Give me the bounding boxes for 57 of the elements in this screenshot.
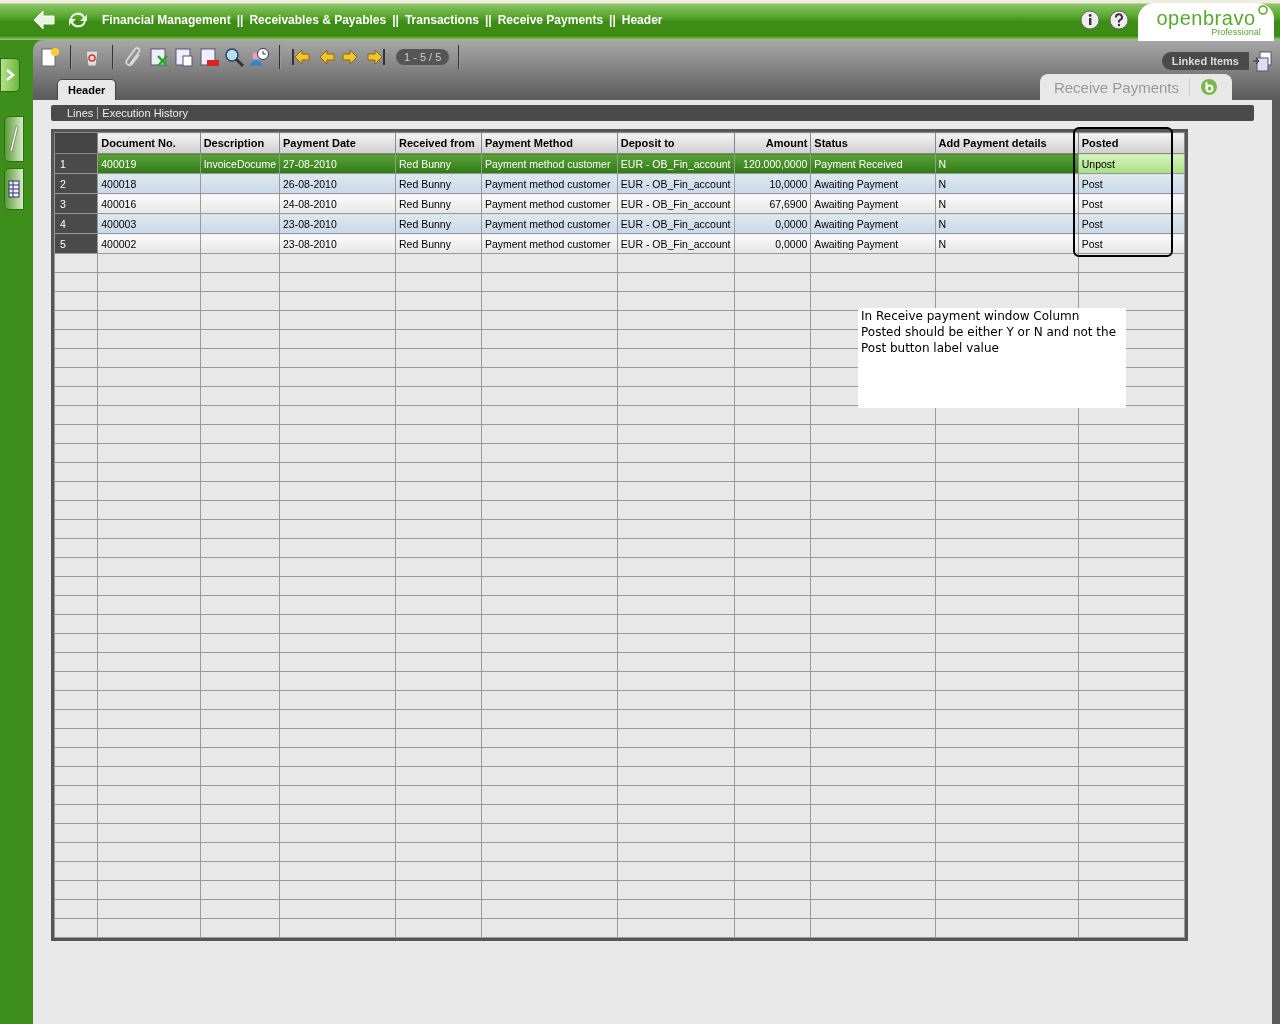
- chevron-right-icon: [5, 69, 15, 81]
- table-row[interactable]: 3 400016 24-08-2010 Red Bunny Payment method customer EUR - OB_Fin_account 67,6900 Awaiting Payment N Post: [54, 193, 1185, 214]
- info-icon[interactable]: [1080, 10, 1100, 30]
- header-tab[interactable]: Header: [57, 79, 117, 100]
- annotation-note: In Receive payment window Column Posted should be either Y or N and not the Post button label value: [858, 308, 1126, 408]
- table-row[interactable]: 4 400003 23-08-2010 Red Bunny Payment method customer EUR - OB_Fin_account 0,0000 Awaiting Payment N Post: [54, 213, 1185, 234]
- back-icon[interactable]: [32, 9, 56, 31]
- breadcrumb-link[interactable]: Header: [621, 13, 663, 27]
- edit-view-tab[interactable]: [4, 116, 24, 162]
- help-icon[interactable]: [1109, 10, 1129, 30]
- column-header[interactable]: Document No.: [97, 132, 201, 154]
- last-record-icon[interactable]: [365, 46, 387, 68]
- grid-icon: [8, 180, 20, 198]
- column-header[interactable]: Payment Method: [481, 132, 618, 154]
- breadcrumb-link[interactable]: Receivables & Payables: [249, 13, 387, 27]
- breadcrumb-link[interactable]: Transactions: [404, 13, 479, 27]
- new-document-icon[interactable]: [39, 46, 61, 68]
- table-row[interactable]: 2 400018 26-08-2010 Red Bunny Payment method customer EUR - OB_Fin_account 10,0000 Awaiting Payment N Post: [54, 173, 1185, 194]
- grid-view-tab[interactable]: [4, 168, 24, 210]
- record-counter: 1 - 5 / 5: [396, 49, 450, 65]
- audit-icon[interactable]: [248, 46, 270, 68]
- breadcrumb-link[interactable]: Receive Payments: [497, 13, 604, 27]
- breadcrumb-separator: ||: [392, 13, 399, 27]
- column-header[interactable]: Payment Date: [279, 132, 396, 154]
- row-number: 1: [58, 157, 68, 170]
- table-row[interactable]: 5 400002 23-08-2010 Red Bunny Payment method customer EUR - OB_Fin_account 0,0000 Awaiting Payment N Post: [54, 233, 1185, 254]
- export-excel-icon[interactable]: [148, 46, 170, 68]
- column-header[interactable]: Description: [200, 132, 280, 154]
- row-number: 4: [58, 217, 68, 230]
- window-title: Receive Payments: [1053, 78, 1179, 96]
- linked-items-icon[interactable]: [1252, 50, 1274, 72]
- row-number: 2: [58, 177, 68, 190]
- expand-tab[interactable]: [0, 58, 20, 92]
- search-icon[interactable]: [223, 46, 245, 68]
- column-header[interactable]: Amount: [734, 132, 811, 154]
- pencil-icon: [9, 124, 19, 154]
- export-csv-icon[interactable]: [173, 46, 195, 68]
- breadcrumb-separator: ||: [236, 13, 244, 27]
- row-number: 3: [58, 197, 68, 210]
- column-header[interactable]: Received from: [395, 132, 482, 154]
- row-number-header: [54, 132, 98, 154]
- export-pdf-icon[interactable]: [198, 46, 220, 68]
- first-record-icon[interactable]: [290, 46, 312, 68]
- breadcrumb-link[interactable]: Financial Management: [102, 13, 231, 27]
- subtab[interactable]: Lines: [63, 107, 98, 119]
- table-row[interactable]: 1 400019 InvoiceDocume 27-08-2010 Red Bunny Payment method customer EUR - OB_Fin_account 120.000,0000 Payment Received N Unpost: [54, 153, 1185, 174]
- breadcrumb-separator: ||: [609, 13, 616, 27]
- column-header[interactable]: Posted: [1078, 132, 1185, 154]
- openbravo-logo: openbravo Professional: [1138, 3, 1274, 41]
- column-header[interactable]: Deposit to: [617, 132, 734, 154]
- subtab[interactable]: Execution History: [98, 107, 192, 119]
- column-header[interactable]: Add Payment details: [935, 132, 1079, 154]
- column-header[interactable]: Status: [810, 132, 935, 154]
- linked-items-button[interactable]: Linked Items: [1161, 52, 1249, 70]
- breadcrumb-separator: ||: [484, 13, 492, 27]
- row-number: 5: [58, 237, 68, 250]
- openbravo-mark-icon: [1200, 78, 1218, 96]
